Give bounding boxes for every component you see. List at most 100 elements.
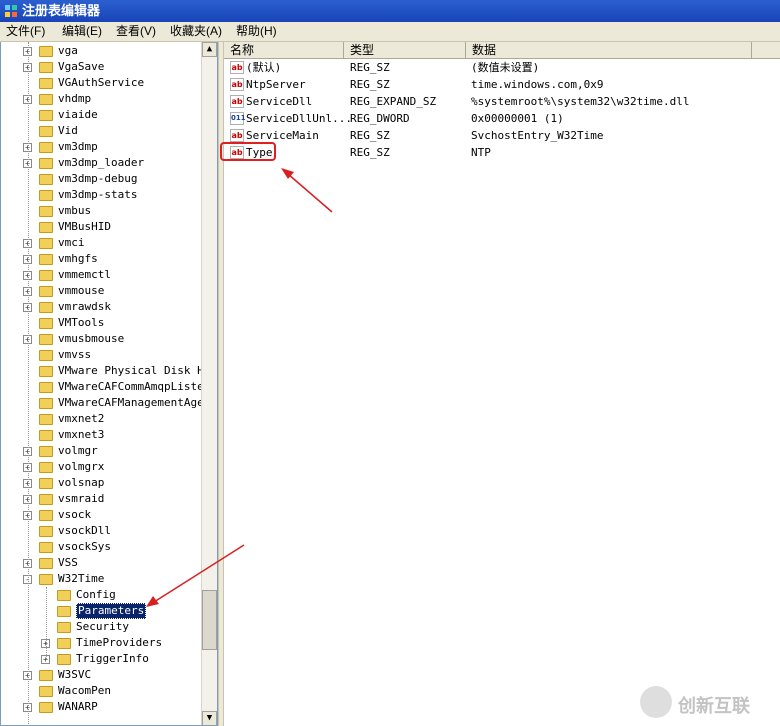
value-row[interactable]: 011 ServiceDllUnl... REG_DWORD 0x00000001 (… <box>224 110 780 127</box>
tree-item[interactable]: vmxnet2 <box>1 411 201 427</box>
tree-item[interactable]: Vid <box>1 123 201 139</box>
folder-icon <box>39 254 53 265</box>
folder-icon <box>39 462 53 473</box>
tree-item-label: vmhgfs <box>58 252 98 265</box>
tree-item[interactable]: VMBusHID <box>1 219 201 235</box>
menu-favorites[interactable]: 收藏夹(A) <box>168 22 224 41</box>
folder-icon <box>39 158 53 169</box>
tree-item[interactable]: + vmmemctl <box>1 267 201 283</box>
tree-item[interactable]: Parameters <box>1 603 201 619</box>
tree-item-label: Parameters <box>76 603 147 619</box>
tree-item[interactable]: + W3SVC <box>1 667 201 683</box>
tree-item[interactable]: + vmmouse <box>1 283 201 299</box>
tree-item[interactable]: vmbus <box>1 203 201 219</box>
tree-item[interactable]: vm3dmp-stats <box>1 187 201 203</box>
tree-item[interactable]: + volmgrx <box>1 459 201 475</box>
value-row[interactable]: ab NtpServer REG_SZ time.windows.com,0x9 <box>224 76 780 93</box>
value-name: (默认) <box>246 61 282 74</box>
tree-item[interactable]: Config <box>1 587 201 603</box>
tree-item[interactable]: Security <box>1 619 201 635</box>
tree-item-label: vsock <box>58 508 92 521</box>
tree-item[interactable]: + vmci <box>1 235 201 251</box>
tree-item-label: volsnap <box>58 476 105 489</box>
string-value-icon: ab <box>230 78 244 91</box>
tree-item-label: volmgrx <box>58 460 105 473</box>
tree-item[interactable]: viaide <box>1 107 201 123</box>
tree-item[interactable]: + TriggerInfo <box>1 651 201 667</box>
menu-help[interactable]: 帮助(H) <box>234 22 279 41</box>
tree-item[interactable]: vmvss <box>1 347 201 363</box>
tree-item[interactable]: + vmhgfs <box>1 251 201 267</box>
tree-item[interactable]: + vm3dmp_loader <box>1 155 201 171</box>
binary-value-icon: 011 <box>230 112 246 125</box>
column-header-name[interactable]: 名称 <box>224 42 344 59</box>
tree-item-label: viaide <box>58 108 98 121</box>
tree-item-label: VMwareCAFCommAmqpListene <box>58 380 217 393</box>
folder-icon <box>39 414 53 425</box>
tree-item[interactable]: + vsock <box>1 507 201 523</box>
values-pane[interactable]: 名称 类型 数据 ab (默认) REG_SZ (数值未设置) ab NtpServer R… <box>224 42 780 726</box>
tree-item[interactable]: + vmusbmouse <box>1 331 201 347</box>
folder-icon <box>39 510 53 521</box>
tree-item[interactable]: VMware Physical Disk Hel <box>1 363 217 379</box>
tree-vertical-scrollbar[interactable]: ▲ ▼ <box>201 42 217 725</box>
tree-item[interactable]: VMTools <box>1 315 201 331</box>
tree-item-label: vm3dmp-stats <box>58 188 138 201</box>
scroll-up-button[interactable]: ▲ <box>202 42 217 57</box>
value-name: NtpServer <box>246 78 306 91</box>
tree-item[interactable]: VMwareCAFCommAmqpListene <box>1 379 217 395</box>
scroll-down-button[interactable]: ▼ <box>202 711 217 725</box>
menu-edit[interactable]: 编辑(E) <box>60 22 104 41</box>
folder-icon <box>39 206 53 217</box>
value-row[interactable]: ab (默认) REG_SZ (数值未设置) <box>224 59 780 76</box>
tree-item[interactable]: vm3dmp-debug <box>1 171 201 187</box>
value-type: REG_SZ <box>350 78 390 91</box>
tree-item[interactable]: + volsnap <box>1 475 201 491</box>
tree-item-label: WANARP <box>58 700 98 713</box>
menu-view[interactable]: 查看(V) <box>114 22 158 41</box>
value-row[interactable]: ab ServiceDll REG_EXPAND_SZ %systemroot%\sy… <box>224 93 780 110</box>
folder-icon <box>39 142 53 153</box>
tree-item[interactable]: + VgaSave <box>1 59 201 75</box>
value-row[interactable]: ab Type REG_SZ NTP <box>224 144 780 161</box>
tree-item-label: vsockDll <box>58 524 111 537</box>
tree-item[interactable]: + vsmraid <box>1 491 201 507</box>
tree-item[interactable]: vmxnet3 <box>1 427 201 443</box>
string-value-icon: ab <box>230 61 244 74</box>
tree-item[interactable]: + WANARP <box>1 699 201 715</box>
tree-item-label: Config <box>76 588 116 601</box>
watermark-text: 创新互联 <box>678 696 750 717</box>
tree-item[interactable]: VMwareCAFManagementAgent <box>1 395 217 411</box>
tree-item-label: vmxnet2 <box>58 412 105 425</box>
tree-item[interactable]: + volmgr <box>1 443 201 459</box>
tree-item-label: VSS <box>58 556 78 569</box>
column-header-type[interactable]: 类型 <box>344 42 466 59</box>
tree-item[interactable]: vsockSys <box>1 539 201 555</box>
folder-icon <box>57 606 71 617</box>
key-tree-pane[interactable]: + WANARP WacomPen + W3SVC + TriggerInfo + TimePr… <box>0 42 218 726</box>
value-row[interactable]: ab ServiceMain REG_SZ SvchostEntry_W32Time <box>224 127 780 144</box>
folder-icon <box>39 702 53 713</box>
tree-item[interactable]: + TimeProviders <box>1 635 201 651</box>
tree-item[interactable]: + vga <box>1 43 201 59</box>
tree-item[interactable]: WacomPen <box>1 683 201 699</box>
tree-item-label: VGAuthService <box>58 76 145 89</box>
folder-icon <box>39 334 53 345</box>
tree-item-label: VMBusHID <box>58 220 111 233</box>
tree-item[interactable]: vsockDll <box>1 523 201 539</box>
tree-item-label: TriggerInfo <box>76 652 149 665</box>
folder-icon <box>39 286 53 297</box>
column-header-data[interactable]: 数据 <box>466 42 752 59</box>
tree-item[interactable]: + vm3dmp <box>1 139 201 155</box>
tree-item-label: vmmouse <box>58 284 105 297</box>
menu-file[interactable]: 文件(F) <box>4 22 47 41</box>
tree-item-label: VMwareCAFManagementAgent <box>58 396 217 409</box>
tree-item[interactable]: + vmrawdsk <box>1 299 201 315</box>
scroll-thumb[interactable] <box>202 590 217 650</box>
tree-item[interactable]: - W32Time <box>1 571 201 587</box>
tree-item[interactable]: + vhdmp <box>1 91 201 107</box>
tree-item[interactable]: + VSS <box>1 555 201 571</box>
tree-item-label: VMTools <box>58 316 105 329</box>
value-name: ServiceDll <box>246 95 313 108</box>
tree-item[interactable]: VGAuthService <box>1 75 201 91</box>
